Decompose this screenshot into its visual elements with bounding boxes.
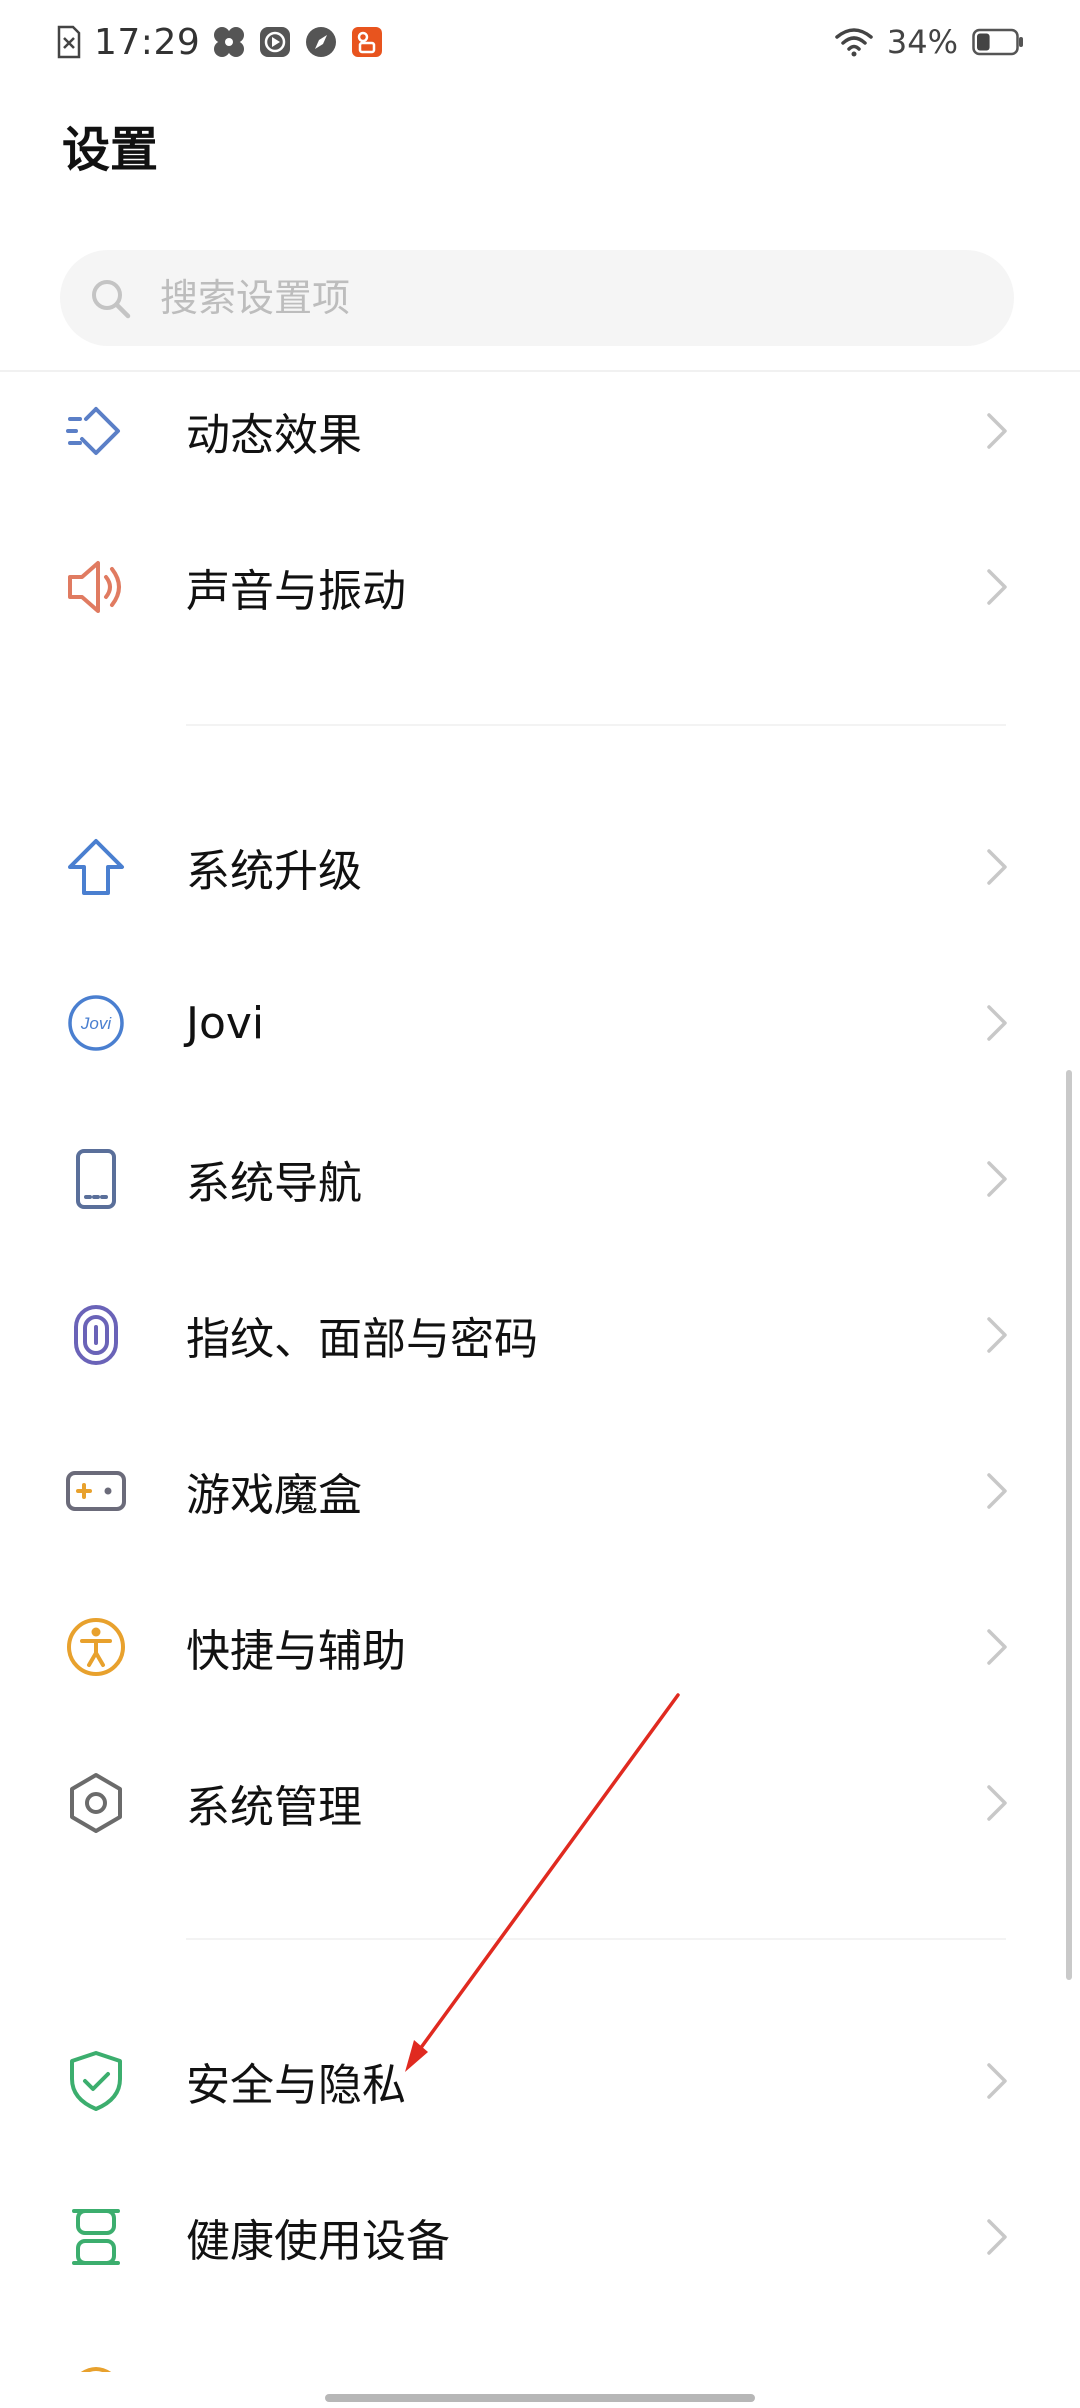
- shield-check-icon: [64, 2049, 128, 2113]
- compass-icon: [304, 25, 338, 59]
- settings-item-game-box[interactable]: 游戏魔盒: [0, 1416, 1080, 1566]
- group-divider: [186, 724, 1006, 726]
- settings-item-label: 健康使用设备: [186, 2216, 450, 2267]
- pinwheel-icon: [212, 25, 246, 59]
- scrollbar[interactable]: [1066, 1070, 1072, 1980]
- settings-item-label: 声音与振动: [186, 566, 406, 617]
- settings-item-label: 系统导航: [186, 1158, 362, 1209]
- chevron-right-icon: [985, 1003, 1009, 1043]
- upgrade-arrow-icon: [64, 835, 128, 899]
- settings-item-healthy-device-usage[interactable]: 健康使用设备: [0, 2162, 1080, 2312]
- sim-card-error-icon: [56, 25, 82, 59]
- settings-item-jovi[interactable]: Jovi Jovi: [0, 948, 1080, 1098]
- chevron-right-icon: [985, 567, 1009, 607]
- home-indicator[interactable]: [325, 2394, 755, 2402]
- system-gear-icon: [64, 1771, 128, 1835]
- chevron-right-icon: [985, 1471, 1009, 1511]
- chevron-right-icon: [985, 2217, 1009, 2257]
- settings-item-label: 游戏魔盒: [186, 1470, 362, 1521]
- dynamic-effect-icon: [64, 399, 128, 463]
- partial-next-item-icon: [64, 2360, 128, 2372]
- chevron-right-icon: [985, 411, 1009, 451]
- settings-item-security-privacy[interactable]: 安全与隐私: [0, 2006, 1080, 2156]
- game-box-icon: [64, 1459, 128, 1523]
- settings-item-shortcuts-accessibility[interactable]: 快捷与辅助: [0, 1572, 1080, 1722]
- settings-item-label: 系统升级: [186, 846, 362, 897]
- settings-item-label: 安全与隐私: [186, 2060, 406, 2111]
- status-bar: 17:29 34%: [0, 0, 1080, 84]
- settings-item-sound-vibration[interactable]: 声音与振动: [0, 512, 1080, 662]
- settings-item-label: Jovi: [186, 997, 265, 1049]
- page-title: 设置: [62, 122, 159, 178]
- chevron-right-icon: [985, 1315, 1009, 1355]
- wifi-icon: [835, 27, 873, 57]
- chevron-right-icon: [985, 847, 1009, 887]
- hourglass-icon: [64, 2205, 128, 2269]
- settings-item-fingerprint-face-password[interactable]: 指纹、面部与密码: [0, 1260, 1080, 1410]
- settings-item-dynamic-effects[interactable]: 动态效果: [0, 356, 1080, 506]
- group-divider: [186, 1938, 1006, 1940]
- accessibility-icon: [64, 1615, 128, 1679]
- settings-item-label: 系统管理: [186, 1782, 362, 1833]
- chevron-right-icon: [985, 2061, 1009, 2101]
- settings-item-label: 动态效果: [186, 410, 362, 461]
- search-icon: [88, 276, 132, 320]
- chevron-right-icon: [985, 1159, 1009, 1199]
- chevron-right-icon: [985, 1627, 1009, 1667]
- photo-app-icon: [350, 25, 384, 59]
- settings-item-system-navigation[interactable]: 系统导航: [0, 1104, 1080, 1254]
- status-right: 34%: [835, 23, 1024, 61]
- settings-item-label: 快捷与辅助: [186, 1626, 406, 1677]
- settings-item-system-upgrade[interactable]: 系统升级: [0, 792, 1080, 942]
- status-left: 17:29: [56, 22, 384, 63]
- battery-percent: 34%: [886, 23, 958, 61]
- phone-navigation-icon: [64, 1147, 128, 1211]
- speaker-icon: [64, 555, 128, 619]
- battery-icon: [972, 28, 1024, 56]
- fingerprint-icon: [64, 1303, 128, 1367]
- settings-item-system-management[interactable]: 系统管理: [0, 1728, 1080, 1878]
- svg-text:Jovi: Jovi: [80, 1014, 112, 1033]
- chevron-right-icon: [985, 1783, 1009, 1823]
- search-bar[interactable]: [60, 250, 1014, 346]
- search-input[interactable]: [158, 275, 942, 321]
- settings-item-label: 指纹、面部与密码: [186, 1314, 538, 1365]
- media-play-icon: [258, 25, 292, 59]
- jovi-icon: Jovi: [64, 991, 128, 1055]
- status-time: 17:29: [94, 21, 201, 63]
